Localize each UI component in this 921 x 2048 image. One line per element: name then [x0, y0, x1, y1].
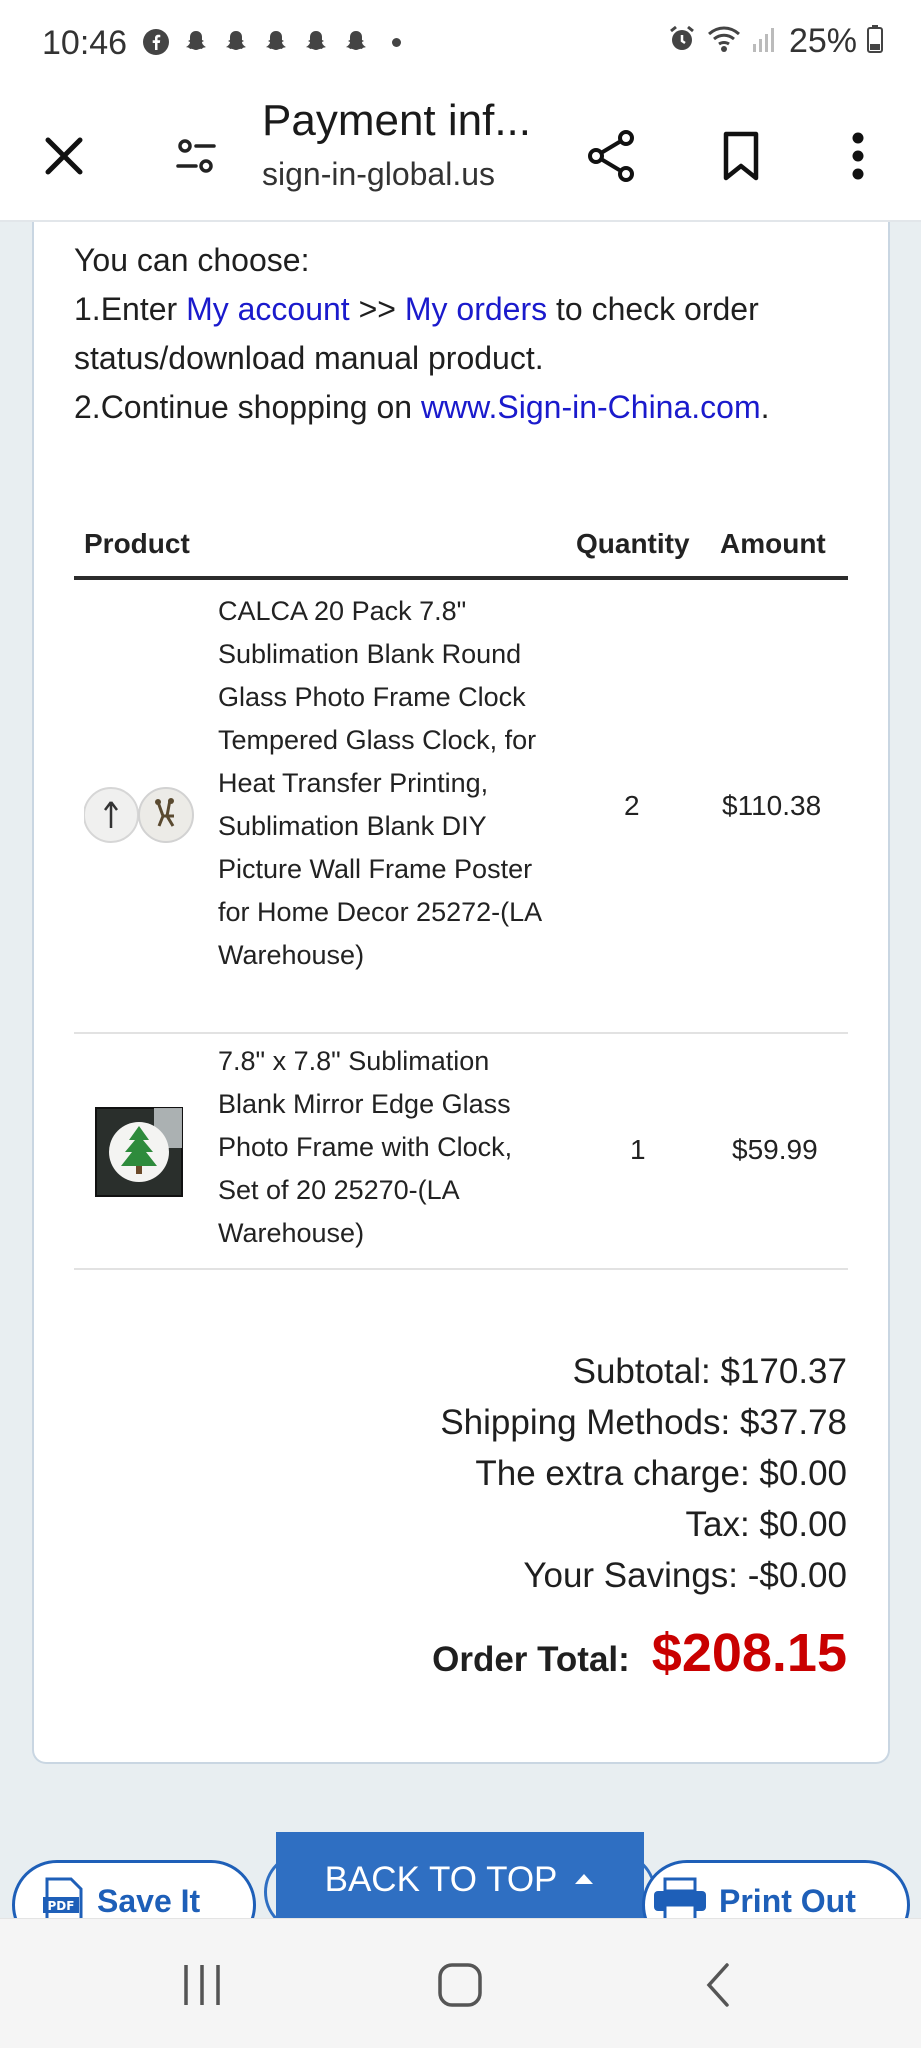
system-nav-bar [0, 1918, 921, 2048]
extra-charge: The extra charge: $0.00 [475, 1454, 847, 1493]
product-amount: $110.38 [722, 790, 822, 821]
bookmark-button[interactable] [703, 118, 779, 194]
shipping-cost: Shipping Methods: $37.78 [440, 1403, 847, 1442]
print-label: Print Out [719, 1883, 856, 1919]
signal-icon [751, 24, 779, 59]
site-link[interactable]: www.Sign-in-China.com [421, 389, 761, 425]
status-bar: 10:46 25% [0, 0, 921, 90]
column-amount: Amount [720, 528, 826, 559]
save-pdf-button[interactable]: PDF Save It [12, 1860, 256, 1922]
more-vertical-icon [852, 132, 864, 180]
order-instructions: You can choose: 1.Enter My account >> My… [74, 236, 874, 432]
close-icon [45, 137, 83, 175]
snapchat-icon [340, 26, 372, 58]
back-button[interactable] [688, 1955, 748, 2015]
caret-up-icon [575, 1874, 594, 1884]
product-name[interactable]: 7.8" x 7.8" Sublimation Blank Mirror Edg… [218, 1040, 558, 1255]
facebook-icon [140, 26, 172, 58]
browser-header: Payment inf... sign-in-global.us [0, 90, 921, 222]
savings: Your Savings: -$0.00 [523, 1556, 847, 1595]
snapchat-icon [260, 26, 292, 58]
order-summary: Subtotal: $170.37 Shipping Methods: $37.… [440, 1346, 847, 1601]
close-button[interactable] [26, 118, 102, 194]
site-settings-button[interactable] [158, 118, 234, 194]
instruction-step-1: 1.Enter My account >> My orders to check… [74, 291, 759, 376]
tree-clock-thumbnail [95, 1107, 183, 1197]
share-icon [588, 130, 634, 182]
instruction-step-2: 2.Continue shopping on www.Sign-in-China… [74, 389, 770, 425]
back-to-top-button[interactable]: BACK TO TOP [276, 1832, 644, 1922]
print-button[interactable]: Print Out [642, 1860, 910, 1922]
printer-icon [654, 1877, 706, 1922]
svg-text:PDF: PDF [48, 1899, 75, 1913]
battery-icon [867, 24, 883, 59]
pdf-icon: PDF [43, 1877, 83, 1922]
my-orders-link[interactable]: My orders [405, 291, 547, 327]
share-button[interactable] [573, 118, 649, 194]
system-icons: 25% [667, 22, 883, 61]
instructions-heading: You can choose: [74, 242, 310, 278]
order-total: Order Total: $208.15 [432, 1622, 847, 1684]
battery-level: 25% [788, 22, 857, 60]
snapchat-icon [180, 26, 212, 58]
round-clock-thumbnail [83, 787, 194, 843]
tune-icon [176, 139, 216, 173]
bottom-action-bar: PDF Save It BACK TO TOP Print Out [0, 1832, 921, 1922]
more-options-button[interactable] [820, 118, 896, 194]
column-product: Product [84, 528, 190, 559]
product-amount: $59.99 [732, 1134, 818, 1165]
table-header: Product Quantity Amount [74, 520, 848, 580]
my-account-link[interactable]: My account [186, 291, 350, 327]
home-button[interactable] [430, 1955, 490, 2015]
product-thumbnail[interactable] [94, 1106, 184, 1203]
subtotal: Subtotal: $170.37 [572, 1352, 847, 1391]
alarm-icon [667, 24, 697, 59]
page-title: Payment inf... [262, 96, 532, 145]
product-quantity: 2 [624, 790, 640, 821]
product-quantity: 1 [630, 1134, 646, 1165]
notification-icons [140, 26, 401, 58]
recent-apps-icon [184, 1965, 220, 2005]
more-notifications-dot [392, 37, 401, 47]
order-total-value: $208.15 [651, 1623, 847, 1683]
column-quantity: Quantity [576, 528, 690, 559]
save-label: Save It [97, 1883, 201, 1919]
snapchat-icon [300, 26, 332, 58]
bookmark-icon [723, 131, 759, 181]
back-icon [706, 1963, 729, 2007]
status-time: 10:46 [42, 24, 128, 62]
product-name[interactable]: CALCA 20 Pack 7.8" Sublimation Blank Rou… [218, 590, 558, 977]
table-row: CALCA 20 Pack 7.8" Sublimation Blank Rou… [74, 584, 848, 1034]
back-to-top-label: BACK TO TOP [324, 1860, 558, 1899]
recent-apps-button[interactable] [172, 1955, 232, 2015]
wifi-icon [707, 24, 741, 59]
snapchat-icon [220, 26, 252, 58]
order-total-label: Order Total: [432, 1640, 630, 1679]
tax: Tax: $0.00 [685, 1505, 848, 1544]
table-row: 7.8" x 7.8" Sublimation Blank Mirror Edg… [74, 1034, 848, 1270]
home-icon [438, 1963, 482, 2007]
product-thumbnail[interactable] [83, 780, 194, 855]
page-url[interactable]: sign-in-global.us [262, 156, 495, 193]
